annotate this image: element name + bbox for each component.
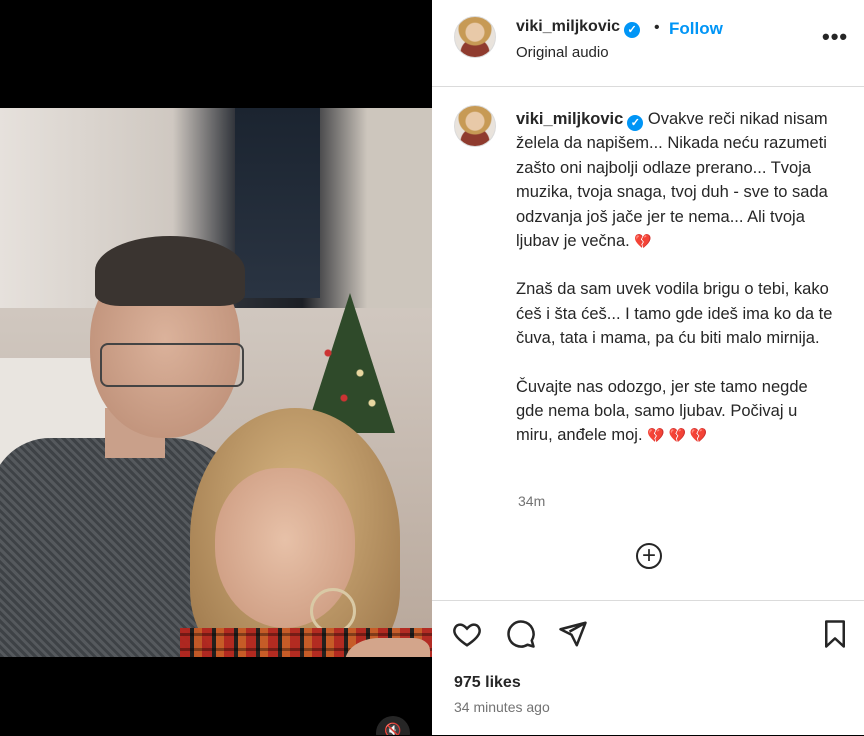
broken-hearts-icon: 💔 💔 💔 (647, 427, 708, 444)
verified-badge-icon: ✓ (624, 22, 641, 38)
author-username-text[interactable]: viki_miljkovic (516, 18, 620, 35)
author-username[interactable]: viki_miljkovic ✓ (516, 18, 641, 38)
caption-text-2: Znaš da sam uvek vodila brigu o tebi, ka… (516, 280, 833, 348)
man-glasses (100, 343, 244, 387)
caption-paragraph-2: Znaš da sam uvek vodila brigu o tebi, ka… (516, 277, 836, 350)
muted-speaker-icon: 🔇 (384, 722, 402, 735)
caption-username[interactable]: viki_miljkovic ✓ (516, 110, 644, 131)
verified-badge-icon: ✓ (627, 115, 644, 131)
follow-button[interactable]: Follow (669, 19, 723, 39)
more-options-icon[interactable]: ••• (822, 24, 848, 50)
tree-ornaments (312, 323, 392, 423)
caption-username-text[interactable]: viki_miljkovic (516, 110, 623, 128)
share-icon[interactable] (558, 619, 588, 649)
heart-icon[interactable] (452, 619, 482, 649)
separator-dot: • (654, 19, 660, 36)
mute-button[interactable]: 🔇 (376, 716, 410, 735)
background-window (235, 108, 320, 298)
bookmark-icon[interactable] (820, 619, 850, 649)
caption-paragraph-3: Čuvajte nas odozgo, jer ste tamo negde g… (516, 375, 836, 448)
author-avatar[interactable] (454, 16, 496, 58)
caption-author-avatar[interactable] (454, 105, 496, 147)
add-comment-icon[interactable]: + (636, 543, 662, 569)
caption-timestamp[interactable]: 34m (518, 493, 545, 509)
post-timestamp: 34 minutes ago (454, 699, 550, 715)
post-media-area: 🔇 (0, 0, 432, 735)
caption-paragraph-1: viki_miljkovic ✓ Ovakve reči nikad nisam … (516, 107, 836, 253)
original-audio-link[interactable]: Original audio (516, 44, 609, 61)
post-actions-bar: 975 likes 34 minutes ago (432, 600, 864, 736)
caption-text-1: Ovakve reči nikad nisam želela da napiše… (516, 110, 828, 251)
comment-icon[interactable] (506, 619, 536, 649)
post-side-panel: viki_miljkovic ✓ • Follow Original audio … (432, 0, 864, 735)
post-header: viki_miljkovic ✓ • Follow Original audio … (432, 0, 864, 87)
post-caption: viki_miljkovic ✓ Ovakve reči nikad nisam … (516, 107, 836, 448)
post-photo[interactable] (0, 108, 432, 657)
broken-heart-icon: 💔 (634, 233, 652, 250)
likes-count[interactable]: 975 likes (454, 674, 521, 692)
man-hair (95, 236, 245, 306)
